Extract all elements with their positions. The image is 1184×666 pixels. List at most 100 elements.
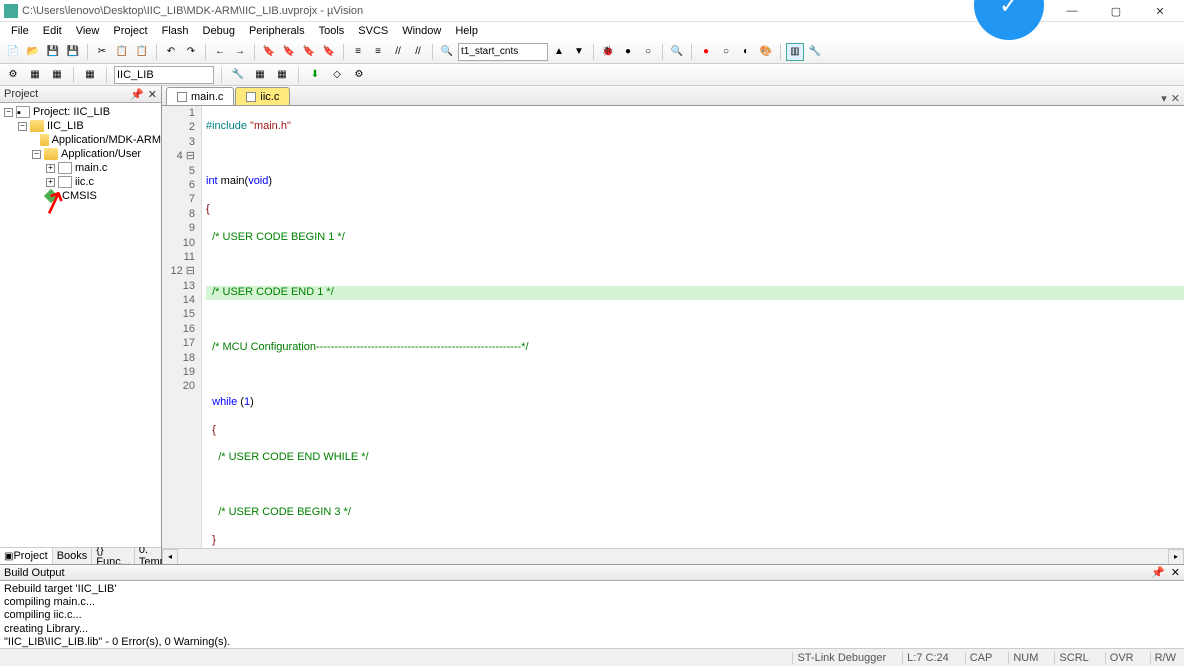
batch-build-icon[interactable]: ▦ [81,66,99,84]
scroll-left-icon[interactable]: ◂ [162,549,178,565]
menu-help[interactable]: Help [448,23,485,39]
target-options-icon[interactable]: 🔧 [229,66,247,84]
find-icon[interactable]: 🔍 [438,43,456,61]
panel-close-icon[interactable]: ✕ [148,88,157,101]
menu-edit[interactable]: Edit [36,23,69,39]
erase-icon[interactable]: ◇ [328,66,346,84]
menu-file[interactable]: File [4,23,36,39]
uncomment-icon[interactable]: // [409,43,427,61]
menu-view[interactable]: View [69,23,107,39]
tree-project-root[interactable]: −▪Project: IIC_LIB [0,105,161,119]
find-prev-icon[interactable]: ▲ [550,43,568,61]
zoom-icon[interactable]: 🔍 [668,43,686,61]
target-dropdown[interactable]: IIC_LIB [114,66,214,84]
nav-fwd-icon[interactable]: → [231,43,249,61]
bookmark-prev-icon[interactable]: 🔖 [280,43,298,61]
close-button[interactable]: ✕ [1148,3,1172,19]
toolbar-main: 📄 📂 💾 💾 ✂ 📋 📋 ↶ ↷ ← → 🔖 🔖 🔖 🔖 ≡ ≡ // // … [0,40,1184,64]
indent-icon[interactable]: ≡ [349,43,367,61]
build-icon[interactable]: ▦ [26,66,44,84]
rebuild-icon[interactable]: ▦ [48,66,66,84]
tree-file-main[interactable]: +main.c [0,161,161,175]
output-close-icon[interactable]: ✕ [1171,566,1180,579]
menu-flash[interactable]: Flash [155,23,196,39]
copy-icon[interactable]: 📋 [113,43,131,61]
project-tree: −▪Project: IIC_LIB −IIC_LIB Application/… [0,103,161,547]
redo-icon[interactable]: ↷ [182,43,200,61]
code-editor[interactable]: 1234 ⊟56789101112 ⊟1314151617181920 #inc… [162,106,1184,548]
file-tab-iic[interactable]: iic.c [235,87,290,105]
debug-icon[interactable]: 🐞 [599,43,617,61]
cut-icon[interactable]: ✂ [93,43,111,61]
status-debugger: ST-Link Debugger [792,652,890,664]
config-icon[interactable]: 🔧 [806,43,824,61]
code-content[interactable]: #include "main.h" int main(void) { /* US… [202,106,1184,548]
status-ovr: OVR [1105,652,1138,664]
pin-icon[interactable]: 📌 [130,88,144,101]
menu-peripherals[interactable]: Peripherals [242,23,312,39]
project-panel: Project 📌 ✕ −▪Project: IIC_LIB −IIC_LIB … [0,86,162,564]
menu-window[interactable]: Window [395,23,448,39]
statusbar: ST-Link Debugger L:7 C:24 CAP NUM SCRL O… [0,648,1184,666]
menu-svcs[interactable]: SVCS [351,23,395,39]
new-file-icon[interactable]: 📄 [4,43,22,61]
nav-back-icon[interactable]: ← [211,43,229,61]
save-icon[interactable]: 💾 [44,43,62,61]
manage-icon[interactable]: ▦ [251,66,269,84]
comment-icon[interactable]: // [389,43,407,61]
scroll-right-icon[interactable]: ▸ [1168,549,1184,565]
file-tabs: main.c iic.c ▾ ✕ [162,86,1184,106]
project-panel-tabs: ▣ Project Books {} Func... 0. Temp... [0,547,161,564]
editor-area: main.c iic.c ▾ ✕ 1234 ⊟56789101112 ⊟1314… [162,86,1184,564]
status-caps: CAP [965,652,997,664]
status-rw: R/W [1150,652,1180,664]
outdent-icon[interactable]: ≡ [369,43,387,61]
find-next-icon[interactable]: ▼ [570,43,588,61]
toolbar-build: ⚙ ▦ ▦ ▦ IIC_LIB 🔧 ▦ ▦ ⬇ ◇ ⚙ [0,64,1184,86]
palette-icon[interactable]: 🎨 [757,43,775,61]
tab-functions[interactable]: {} Func... [92,548,135,564]
undo-icon[interactable]: ↶ [162,43,180,61]
menu-project[interactable]: Project [106,23,154,39]
build-output-text[interactable]: Rebuild target 'IIC_LIB' compiling main.… [0,581,1184,648]
app-icon [4,4,18,18]
status-num: NUM [1008,652,1042,664]
line-gutter: 1234 ⊟56789101112 ⊟1314151617181920 [162,106,202,548]
menu-debug[interactable]: Debug [196,23,242,39]
minimize-button[interactable]: — [1060,3,1084,19]
insert-bp-icon[interactable]: ○ [639,43,657,61]
project-panel-header: Project 📌 ✕ [0,86,161,103]
status-scrl: SCRL [1054,652,1092,664]
tree-group-user[interactable]: −Application/User [0,147,161,161]
breakpoint-icon[interactable]: ● [619,43,637,61]
stop-icon[interactable]: ○ [717,43,735,61]
translate-icon[interactable]: ⚙ [4,66,22,84]
tree-group-mdk[interactable]: Application/MDK-ARM [0,133,161,147]
file-tab-main[interactable]: main.c [166,87,234,105]
maximize-button[interactable]: ▢ [1104,3,1128,19]
file-ext-icon[interactable]: ▦ [273,66,291,84]
tab-dropdown-icon[interactable]: ▾ [1161,92,1167,105]
tab-books[interactable]: Books [53,548,93,564]
tab-close-icon[interactable]: ✕ [1171,92,1180,105]
verify-icon[interactable]: ⚙ [350,66,368,84]
menu-tools[interactable]: Tools [312,23,352,39]
record-icon[interactable]: ● [697,43,715,61]
download-icon[interactable]: ⬇ [306,66,324,84]
open-file-icon[interactable]: 📂 [24,43,42,61]
window-layout-icon[interactable]: ▥ [786,43,804,61]
save-all-icon[interactable]: 💾 [64,43,82,61]
output-pin-icon[interactable]: 📌 [1151,566,1165,579]
build-output-header: Build Output 📌 ✕ [0,565,1184,581]
tree-target[interactable]: −IIC_LIB [0,119,161,133]
search-input[interactable] [458,43,548,61]
bookmark-icon[interactable]: 🔖 [260,43,278,61]
bookmark-next-icon[interactable]: 🔖 [300,43,318,61]
tab-project[interactable]: ▣ Project [0,548,53,564]
tree-file-iic[interactable]: +iic.c [0,175,161,189]
bookmark-clear-icon[interactable]: 🔖 [320,43,338,61]
tree-group-cmsis[interactable]: CMSIS [0,189,161,203]
analyze-icon[interactable]: ◐ [737,43,755,61]
paste-icon[interactable]: 📋 [133,43,151,61]
editor-h-scrollbar[interactable]: ◂ ▸ [162,548,1184,564]
